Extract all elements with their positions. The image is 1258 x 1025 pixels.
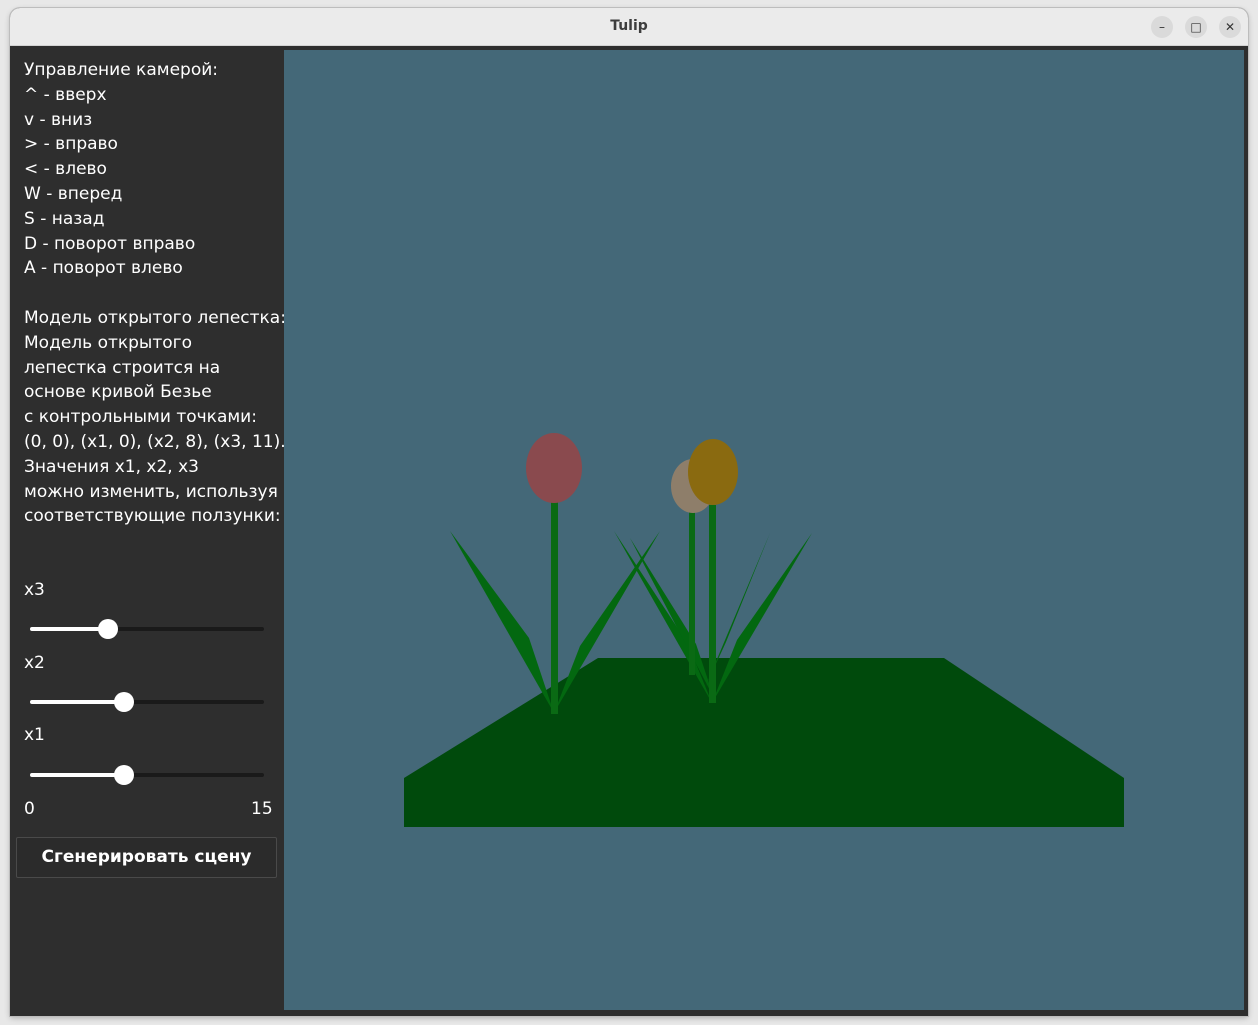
- help-line: Управление камерой:: [24, 60, 218, 80]
- help-line: D - поворот вправо: [24, 233, 196, 254]
- stem: [709, 505, 716, 703]
- tulip-flower: [688, 439, 738, 505]
- scene-canvas[interactable]: [284, 50, 1244, 1010]
- slider-fill: [30, 700, 124, 704]
- help-line: v - вниз: [24, 109, 93, 130]
- 3d-viewport[interactable]: [284, 50, 1244, 1010]
- help-line: Модель открытого: [24, 332, 192, 353]
- generate-scene-button[interactable]: Сгенерировать сцену: [16, 837, 277, 878]
- scene-background: [284, 50, 1244, 1010]
- slider-label-x3: x3: [24, 580, 45, 600]
- slider-x2[interactable]: [30, 692, 264, 712]
- help-line: > - вправо: [24, 134, 118, 155]
- slider-fill: [30, 627, 108, 631]
- help-line: [24, 281, 286, 306]
- window-title: Tulip: [610, 18, 648, 34]
- stem: [551, 502, 558, 714]
- help-line: < - влево: [24, 159, 107, 180]
- help-line: можно изменить, используя: [24, 481, 278, 502]
- stem: [689, 510, 695, 675]
- maximize-button[interactable]: □: [1185, 16, 1207, 38]
- control-panel: Управление камерой: ^ - вверх v - вниз > - …: [10, 46, 286, 1016]
- minimize-button[interactable]: –: [1151, 16, 1173, 38]
- help-line: ^ - вверх: [24, 84, 107, 105]
- slider-label-x2: x2: [24, 653, 45, 673]
- close-button[interactable]: ✕: [1219, 16, 1241, 38]
- range-min-label: 0: [24, 799, 35, 819]
- help-line: основе кривой Безье: [24, 382, 212, 403]
- help-line: соответствующие ползунки:: [24, 506, 281, 527]
- title-bar[interactable]: Tulip – □ ✕: [10, 8, 1248, 46]
- app-window: Tulip – □ ✕ Управление камерой: ^ - вверх…: [10, 8, 1248, 1016]
- help-line: Модель открытого лепестка:: [24, 307, 286, 328]
- help-line: S - назад: [24, 208, 105, 229]
- slider-thumb[interactable]: [113, 692, 134, 712]
- help-line: A - поворот влево: [24, 258, 183, 279]
- help-line: W - вперед: [24, 183, 123, 204]
- slider-thumb[interactable]: [113, 765, 134, 785]
- help-line: лепестка строится на: [24, 357, 221, 378]
- range-max-label: 15: [251, 799, 273, 819]
- help-line: с контрольными точками:: [24, 407, 257, 428]
- help-line: (0, 0), (x1, 0), (x2, 8), (x3, 11).: [24, 431, 286, 452]
- slider-x3[interactable]: [30, 619, 264, 639]
- slider-fill: [30, 773, 124, 777]
- tulip-flower: [526, 433, 582, 503]
- help-text: Управление камерой: ^ - вверх v - вниз > - …: [24, 58, 286, 529]
- help-line: Значения x1, x2, x3: [24, 456, 199, 477]
- slider-label-x1: x1: [24, 725, 45, 745]
- slider-thumb[interactable]: [98, 619, 118, 639]
- slider-x1[interactable]: [30, 765, 264, 785]
